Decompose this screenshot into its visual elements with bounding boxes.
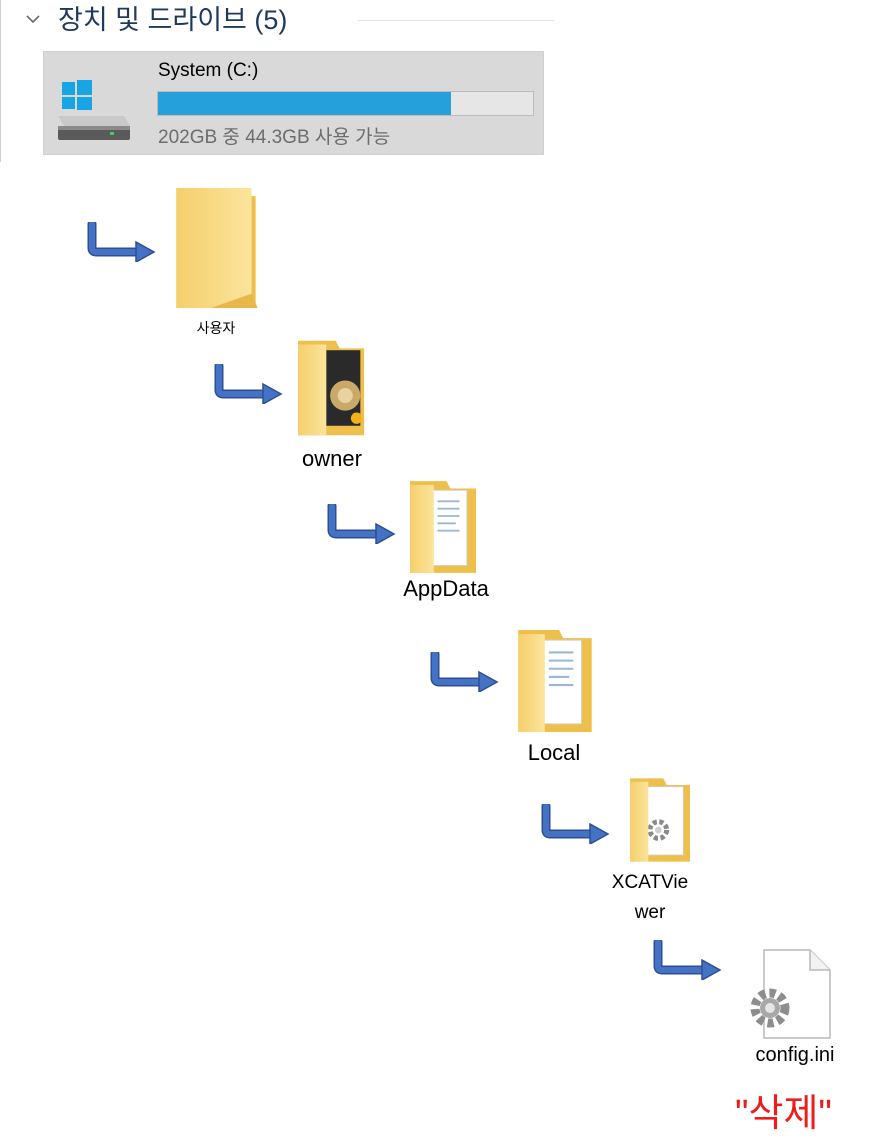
hard-drive-icon bbox=[58, 80, 130, 140]
user-folder-icon[interactable] bbox=[298, 340, 366, 436]
arrow-right-icon bbox=[429, 652, 501, 692]
folder-documents-icon[interactable] bbox=[410, 480, 476, 574]
drive-usage-fill bbox=[158, 92, 451, 115]
file-label-config: config.ini bbox=[755, 1044, 835, 1066]
drive-tile-system-c[interactable]: System (C:) 202GB 중 44.3GB 사용 가능 bbox=[43, 51, 544, 155]
folder-documents-icon[interactable] bbox=[518, 630, 592, 732]
drive-free-space: 202GB 중 44.3GB 사용 가능 bbox=[158, 127, 391, 148]
devices-and-drives-group-header[interactable]: 장치 및 드라이브 (5) bbox=[0, 0, 560, 44]
drive-usage-bar bbox=[157, 91, 534, 116]
drive-name: System (C:) bbox=[158, 60, 259, 81]
delete-note: "삭제" bbox=[735, 1093, 832, 1135]
folder-label-xcatviewer: XCATViewer bbox=[611, 872, 689, 923]
folder-label-appdata: AppData bbox=[403, 576, 489, 601]
folder-label-users: 사용자 bbox=[196, 320, 236, 336]
settings-file-icon[interactable] bbox=[748, 948, 832, 1040]
folder-label-local: Local bbox=[527, 740, 581, 765]
arrow-right-icon bbox=[213, 364, 285, 404]
arrow-right-icon bbox=[540, 804, 612, 844]
group-divider bbox=[358, 20, 554, 21]
folder-icon[interactable] bbox=[175, 188, 259, 310]
group-title: 장치 및 드라이브 (5) bbox=[58, 5, 288, 35]
arrow-right-icon bbox=[652, 940, 724, 980]
chevron-down-icon[interactable] bbox=[26, 12, 40, 26]
folder-settings-icon[interactable] bbox=[630, 778, 690, 862]
folder-label-owner: owner bbox=[302, 446, 362, 471]
arrow-right-icon bbox=[326, 504, 398, 544]
arrow-right-icon bbox=[86, 222, 158, 262]
